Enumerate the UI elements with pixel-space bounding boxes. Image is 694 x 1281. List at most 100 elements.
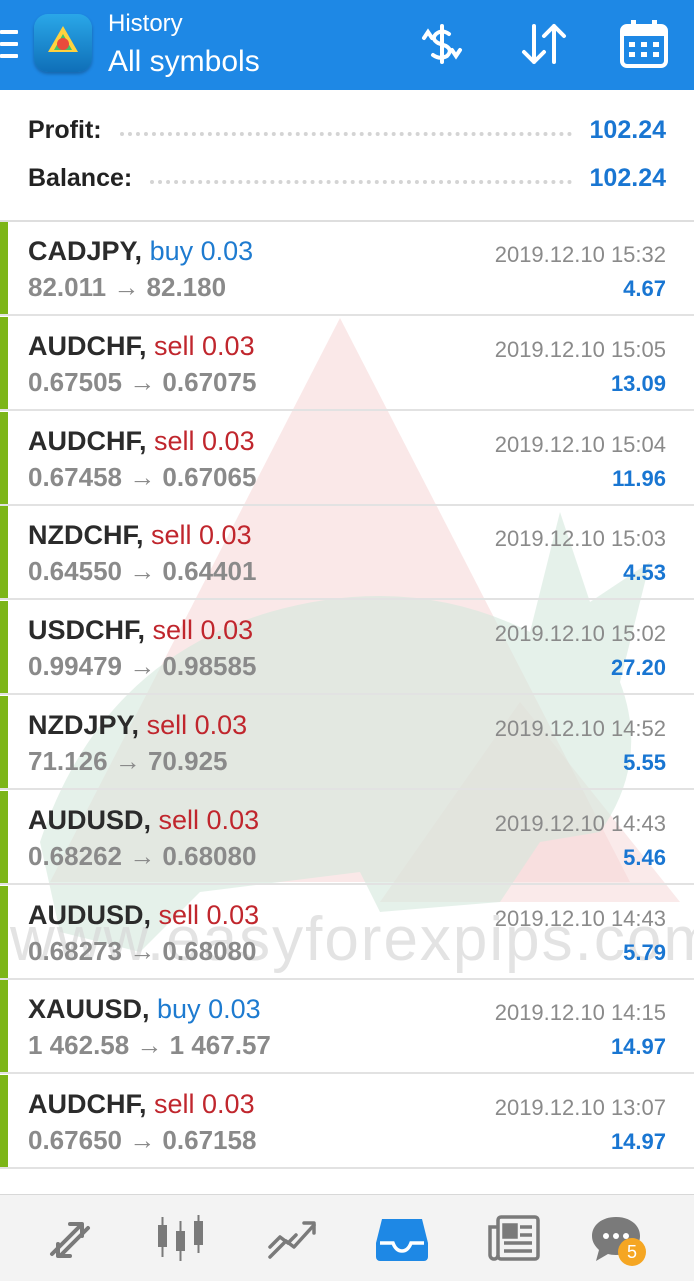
- deal-time: 2019.12.10 14:43: [494, 905, 666, 931]
- deal-symbol: AUDUSD, sell 0.03: [28, 805, 259, 836]
- deal-prices: 0.68273 → 0.68080: [28, 935, 257, 966]
- symbol-name: XAUUSD,: [28, 994, 150, 1025]
- deal-row[interactable]: XAUUSD, buy 0.03 1 462.58 → 1 467.57 2019.…: [0, 980, 694, 1075]
- balance-value: 102.24: [589, 163, 666, 192]
- deal-prices: 0.67650 → 0.67158: [28, 1125, 257, 1156]
- page-title: History: [108, 10, 183, 37]
- deal-row[interactable]: NZDCHF, sell 0.03 0.64550 → 0.64401 2019.1…: [0, 506, 694, 601]
- balance-label: Balance:: [28, 163, 133, 192]
- deal-indicator: [0, 316, 8, 409]
- deal-time: 2019.12.10 14:43: [494, 810, 666, 836]
- symbol-name: NZDCHF,: [28, 520, 144, 551]
- deal-time: 2019.12.10 15:32: [494, 242, 666, 267]
- deal-row[interactable]: AUDUSD, sell 0.03 0.68273 → 0.68080 2019.1…: [0, 885, 694, 980]
- deal-time: 2019.12.10 14:15: [494, 1000, 666, 1026]
- dotted-leader: [150, 180, 572, 184]
- deal-prices: 0.67505 → 0.67075: [28, 366, 257, 397]
- deal-indicator: [0, 696, 8, 788]
- sort-icon[interactable]: [518, 18, 570, 70]
- app-logo-icon: [34, 14, 92, 72]
- deal-profit: 13.09: [610, 370, 666, 396]
- deal-profit: 4.67: [623, 276, 666, 301]
- deal-profit: 5.79: [623, 939, 666, 965]
- symbol-name: AUDCHF,: [28, 330, 147, 361]
- currency-exchange-icon[interactable]: [416, 18, 468, 70]
- deal-prices: 82.011 → 82.180: [28, 272, 227, 302]
- quotes-icon[interactable]: [42, 1213, 98, 1263]
- deal-prices: 71.126 → 70.925: [28, 746, 228, 776]
- dotted-leader: [119, 132, 572, 136]
- calendar-icon[interactable]: [618, 18, 670, 70]
- deals-list[interactable]: www.easyforexpips.com CADJPY, buy 0.03 82…: [0, 222, 694, 1194]
- deal-row[interactable]: CADJPY, buy 0.03 82.011 → 82.180 2019.12.1…: [0, 222, 694, 316]
- deal-symbol: CADJPY, buy 0.03: [28, 236, 253, 267]
- deal-indicator: [0, 1075, 8, 1168]
- deal-side: sell 0.03: [151, 520, 252, 551]
- chat-badge: 5: [618, 1238, 646, 1266]
- deal-side: sell 0.03: [152, 615, 254, 646]
- deal-indicator: [0, 506, 8, 599]
- deal-symbol: XAUUSD, buy 0.03: [28, 994, 261, 1025]
- deal-symbol: NZDCHF, sell 0.03: [28, 520, 252, 551]
- deal-indicator: [0, 222, 8, 314]
- deal-side: sell 0.03: [154, 425, 255, 456]
- deal-profit: 5.55: [623, 750, 666, 775]
- deal-side: sell 0.03: [158, 804, 260, 835]
- profit-label: Profit:: [28, 115, 102, 144]
- deal-side: sell 0.03: [158, 899, 260, 930]
- deal-profit: 4.53: [623, 560, 666, 586]
- chart-icon[interactable]: [152, 1213, 208, 1263]
- deal-side: sell 0.03: [146, 710, 248, 740]
- symbol-name: AUDCHF,: [28, 1089, 147, 1120]
- deal-row[interactable]: NZDJPY, sell 0.03 71.126 → 70.925 2019.12.…: [0, 696, 694, 790]
- deal-time: 2019.12.10 15:05: [494, 336, 666, 362]
- deal-indicator: [0, 601, 8, 694]
- symbol-name: AUDCHF,: [28, 425, 147, 456]
- news-icon[interactable]: [486, 1213, 542, 1263]
- deal-profit: 14.97: [610, 1129, 666, 1155]
- symbol-name: AUDUSD,: [28, 899, 152, 930]
- profit-value: 102.24: [589, 115, 666, 144]
- deal-side: sell 0.03: [154, 330, 255, 361]
- deal-prices: 0.64550 → 0.64401: [28, 556, 257, 587]
- balance-row: Balance: 102.24: [28, 160, 666, 196]
- deal-time: 2019.12.10 15:03: [494, 526, 666, 552]
- deal-time: 2019.12.10 14:52: [494, 716, 666, 741]
- deal-side: buy 0.03: [149, 236, 254, 266]
- deal-profit: 5.46: [623, 844, 666, 870]
- deal-prices: 0.68262 → 0.68080: [28, 840, 257, 871]
- deal-time: 2019.12.10 15:04: [494, 431, 666, 457]
- deal-profit: 27.20: [610, 655, 666, 681]
- deal-profit: 14.97: [610, 1034, 666, 1060]
- deal-side: sell 0.03: [154, 1089, 255, 1120]
- profit-row: Profit: 102.24: [28, 112, 666, 148]
- deal-side: buy 0.03: [157, 994, 261, 1025]
- deal-symbol: AUDCHF, sell 0.03: [28, 331, 255, 362]
- app-bar: History All symbols: [0, 0, 694, 90]
- symbol-name: NZDJPY,: [28, 710, 140, 740]
- deal-symbol: AUDCHF, sell 0.03: [28, 426, 255, 457]
- menu-icon[interactable]: [0, 30, 20, 58]
- deal-row[interactable]: AUDCHF, sell 0.03 0.67458 → 0.67065 2019.1…: [0, 411, 694, 506]
- trade-icon[interactable]: [264, 1213, 320, 1263]
- deal-row[interactable]: AUDCHF, sell 0.03 0.67650 → 0.67158 2019.1…: [0, 1075, 694, 1170]
- symbol-name: CADJPY,: [28, 236, 143, 266]
- deal-row[interactable]: AUDCHF, sell 0.03 0.67505 → 0.67075 2019.1…: [0, 316, 694, 411]
- deal-symbol: NZDJPY, sell 0.03: [28, 710, 247, 741]
- deal-row[interactable]: AUDUSD, sell 0.03 0.68262 → 0.68080 2019.1…: [0, 790, 694, 885]
- deal-prices: 0.67458 → 0.67065: [28, 461, 257, 492]
- deal-indicator: [0, 411, 8, 504]
- deal-prices: 1 462.58 → 1 467.57: [28, 1030, 271, 1061]
- deal-time: 2019.12.10 13:07: [494, 1095, 666, 1121]
- deal-profit: 11.96: [612, 465, 666, 491]
- deal-symbol: AUDUSD, sell 0.03: [28, 900, 259, 931]
- bottom-navigation: [0, 1194, 694, 1281]
- symbol-filter[interactable]: All symbols: [108, 44, 260, 80]
- deal-row[interactable]: USDCHF, sell 0.03 0.99479 → 0.98585 2019.1…: [0, 601, 694, 696]
- symbol-name: USDCHF,: [28, 615, 146, 646]
- history-summary: Profit: 102.24 Balance: 102.24: [0, 90, 694, 222]
- deal-symbol: USDCHF, sell 0.03: [28, 615, 253, 646]
- deal-prices: 0.99479 → 0.98585: [28, 651, 257, 682]
- history-icon[interactable]: [374, 1213, 430, 1263]
- deal-indicator: [0, 790, 8, 883]
